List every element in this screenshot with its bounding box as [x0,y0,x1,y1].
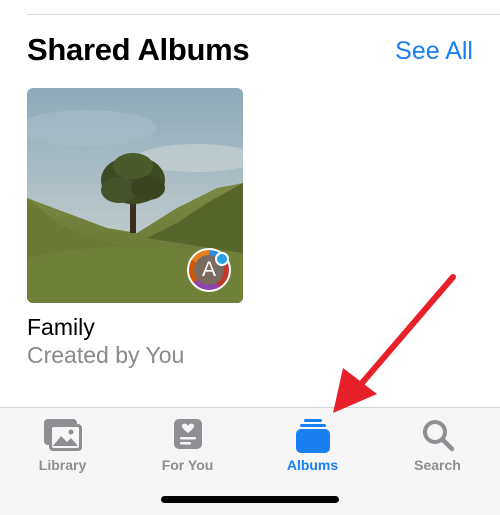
albums-icon [295,418,331,459]
see-all-link[interactable]: See All [395,37,473,66]
tab-for-you[interactable]: For You [125,408,250,488]
search-icon [421,418,455,457]
tab-albums[interactable]: Albums [250,408,375,488]
top-divider [27,14,500,15]
tab-for-you-label: For You [161,457,214,473]
tab-search-label: Search [414,457,461,473]
tab-albums-label: Albums [286,457,339,473]
tab-search[interactable]: Search [375,408,500,488]
photos-library-icon [43,418,83,457]
avatar-status-dot [215,252,229,266]
for-you-icon [172,418,204,457]
avatar: A [187,248,231,292]
album-name: Family [27,314,95,340]
album-thumbnail[interactable]: A [27,88,243,303]
album-subtitle: Created by You [27,342,185,368]
tab-library[interactable]: Library [0,408,125,488]
shared-album-card[interactable]: A Family Created by You [27,88,243,368]
tab-library-label: Library [38,457,87,473]
home-indicator [161,496,339,503]
section-title: Shared Albums [27,32,250,67]
